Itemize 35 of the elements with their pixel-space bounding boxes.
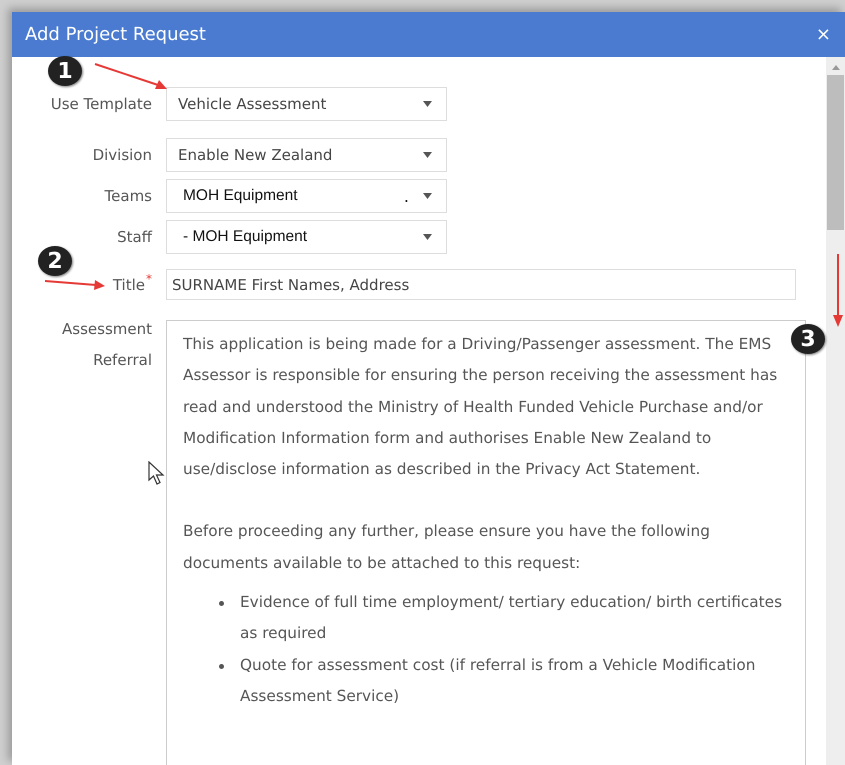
dropdown-value: - MOH Equipment [182,228,308,246]
bullet-icon [219,664,224,669]
title-input[interactable]: SURNAME First Names, Address [166,269,796,300]
field-label: Assessment [62,319,152,340]
caret-icon [423,152,432,158]
field-label: Use Template [50,95,152,113]
bullet-icon [219,601,224,606]
scrollbar-thumb[interactable] [827,75,844,230]
dropdown-value: MOH Equipment [182,187,299,205]
field-label: Referral [93,350,152,371]
field-label: Teams [104,187,152,205]
dropdown-value: Vehicle Assessment [178,95,328,113]
paragraph: Before proceeding any further, please ensure you have the following documents available to be attached to this request: [183,521,711,574]
dropdown-field[interactable]: MOH Equipment . [166,179,447,213]
list-item-text: Quote for assessment cost (if referral is from a Vehicle Modification Assessment Service) [240,654,756,707]
dropdown-field[interactable]: Vehicle Assessment [166,87,447,121]
scrollbar[interactable] [826,57,845,765]
close-button[interactable]: × [814,24,833,45]
dropdown-field[interactable]: - MOH Equipment [166,220,447,254]
field-label: Division [92,146,152,164]
required-marker: * [146,272,152,286]
dropdown-value: Enable New Zealand [178,146,334,164]
caret-icon [423,234,432,240]
caret-icon [423,193,432,199]
field-label: Title [112,276,145,294]
caret-icon [423,101,432,107]
paragraph: This application is being made for a Driving/Passenger assessment. The EMS Assessor is responsible for ensuring the person receiving the assessment has read and understood the Ministry of Health Funded Vehicle Purchase and/or Modification Information form and authorises Enable New Zealand to use/disclose information as described in the Privacy Act Statement. [183,334,778,480]
stray-mark: . [404,186,409,206]
dropdown-field[interactable]: Enable New Zealand [166,138,447,172]
scroll-up-icon[interactable] [832,65,840,70]
pointer-arrow [44,277,106,291]
list-item-text: Evidence of full time employment/ tertiary education/ birth certificates as required [240,592,784,644]
window-title: Add Project Request [25,24,206,45]
mouse-pointer-icon [148,461,166,485]
field-label: Staff [117,228,152,246]
